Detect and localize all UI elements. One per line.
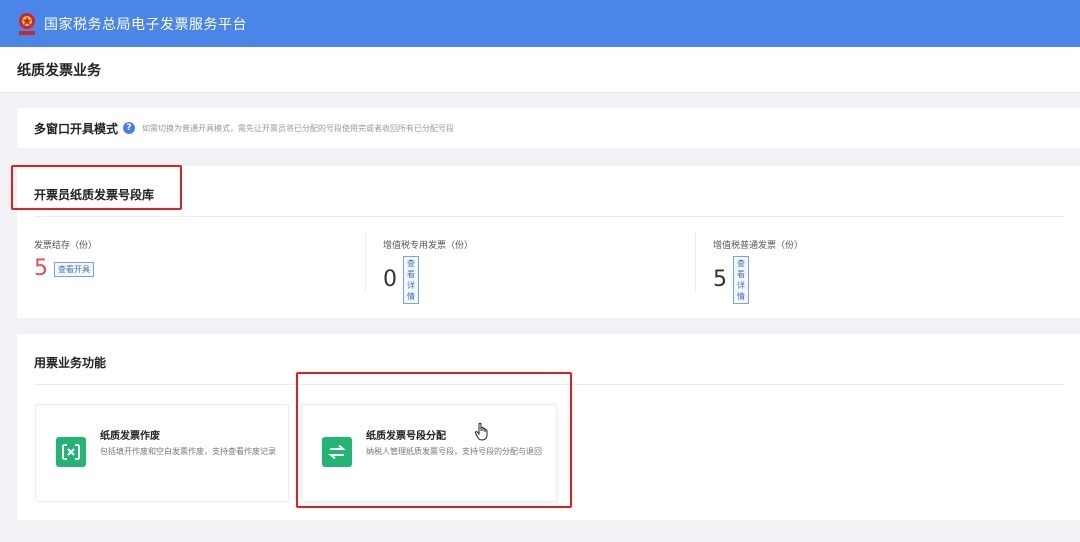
platform-title: 国家税务总局电子发票服务平台 bbox=[44, 16, 247, 33]
stat-value: 5 bbox=[34, 256, 48, 281]
page-header: 纸质发票业务 bbox=[0, 47, 1080, 93]
stat-label: 增值税专用发票（份） bbox=[383, 241, 474, 251]
invoice-functions-card: 用票业务功能 纸质发票作废 包括填开作废和空白发票作废，支持查看作废记录 纸质发… bbox=[17, 334, 1080, 520]
view-details-button[interactable]: 查看详情 bbox=[403, 256, 419, 304]
tile-name: 纸质发票号段分配 bbox=[366, 431, 446, 442]
stat-label: 增值税普通发票（份） bbox=[713, 241, 804, 251]
tile-description: 纳税人管理纸质发票号段，支持号段的分配与退回 bbox=[366, 447, 542, 456]
paper-invoice-segment-allocation-tile[interactable]: 纸质发票号段分配 纳税人管理纸质发票号段，支持号段的分配与退回 bbox=[301, 404, 557, 502]
view-issue-button[interactable]: 查看开具 bbox=[54, 261, 94, 277]
tax-emblem-icon bbox=[16, 11, 38, 37]
view-details-button[interactable]: 查看详情 bbox=[733, 256, 749, 304]
stat-value: 5 bbox=[713, 267, 727, 292]
divider bbox=[34, 216, 1064, 217]
hand-cursor-icon bbox=[474, 422, 490, 442]
functions-title: 用票业务功能 bbox=[34, 356, 107, 370]
mode-description: 如需切换为普通开具模式，需先让开票员将已分配的号段使用完或者收回所有已分配号段 bbox=[142, 123, 455, 133]
mode-title: 多窗口开具模式 bbox=[34, 121, 119, 136]
multi-window-mode-card: 多窗口开具模式 ? 如需切换为普通开具模式，需先让开票员将已分配的号段使用完或者… bbox=[17, 108, 1080, 148]
tile-name: 纸质发票作废 bbox=[100, 431, 160, 442]
stat-label: 发票结存（份） bbox=[34, 241, 98, 251]
stat-invoice-stock: 发票结存（份） 5 查看开具 bbox=[34, 232, 364, 292]
invoice-segment-library-card: 开票员纸质发票号段库 发票结存（份） 5 查看开具 增值税专用发票（份） 0 查… bbox=[17, 166, 1080, 318]
top-bar: 国家税务总局电子发票服务平台 bbox=[0, 0, 1080, 47]
page-title: 纸质发票业务 bbox=[17, 62, 101, 79]
divider bbox=[34, 384, 1064, 385]
library-title: 开票员纸质发票号段库 bbox=[34, 188, 155, 202]
void-invoice-icon bbox=[56, 437, 86, 467]
stat-vat-special: 增值税专用发票（份） 0 查看详情 bbox=[365, 232, 695, 304]
tile-description: 包括填开作废和空白发票作废，支持查看作废记录 bbox=[100, 447, 276, 456]
paper-invoice-void-tile[interactable]: 纸质发票作废 包括填开作废和空白发票作废，支持查看作废记录 bbox=[35, 404, 289, 502]
stat-value: 0 bbox=[383, 267, 397, 292]
stat-vat-general: 增值税普通发票（份） 5 查看详情 bbox=[695, 232, 1025, 304]
help-icon[interactable]: ? bbox=[123, 122, 136, 134]
swap-arrows-icon bbox=[322, 437, 352, 467]
